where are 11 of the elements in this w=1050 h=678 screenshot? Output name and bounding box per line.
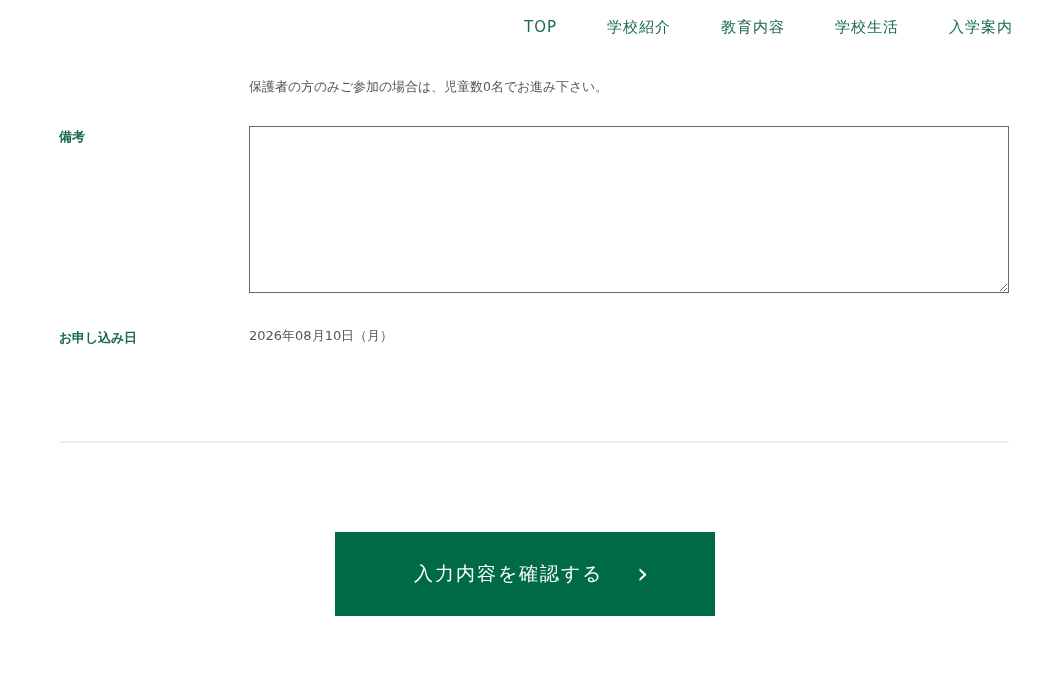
- nav-link[interactable]: 入学案内: [949, 18, 1013, 40]
- nav-link[interactable]: TOP: [524, 18, 557, 40]
- nav-link[interactable]: 教育内容: [721, 18, 785, 40]
- field-label: お申し込み日: [59, 329, 137, 347]
- field-label: 備考: [59, 128, 85, 146]
- nav-link[interactable]: 学校生活: [835, 18, 899, 40]
- field-value: 2026年08月10日（月）: [249, 327, 394, 345]
- input-field[interactable]: [249, 126, 1009, 293]
- confirm-button[interactable]: 入力内容を確認する ›: [335, 532, 715, 616]
- nav-link[interactable]: 学校紹介: [607, 18, 671, 40]
- note-text: 保護者の方のみご参加の場合は、児童数0名でお進み下さい。: [249, 78, 608, 96]
